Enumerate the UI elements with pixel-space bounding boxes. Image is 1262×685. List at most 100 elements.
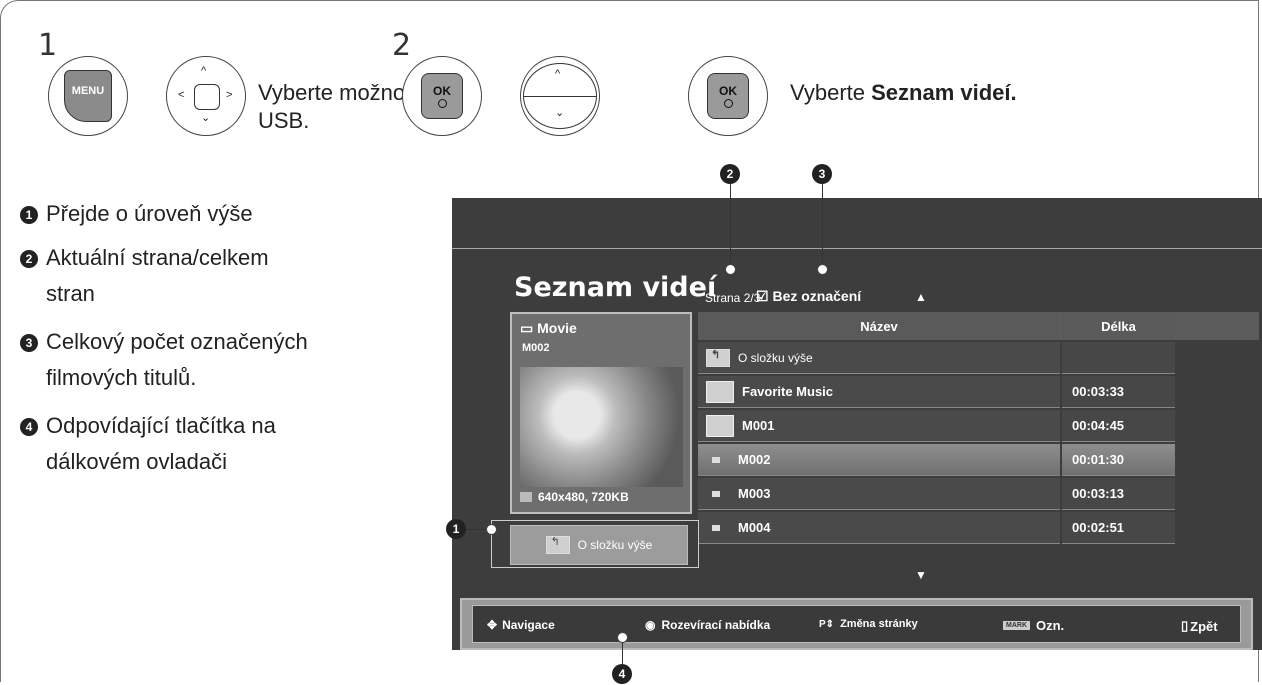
scroll-down-icon[interactable]: ▼: [915, 568, 927, 582]
video-list-screen: Seznam videí Strana 2/3 ☑ Bez označení ▲…: [452, 198, 1262, 650]
arrow-pad-icon[interactable]: ^ ⌄ < >: [174, 64, 238, 128]
ok-dot-icon: [723, 99, 733, 108]
row-name: Favorite Music: [698, 376, 1060, 408]
legend-number: 2: [20, 250, 38, 268]
ok-dot-icon: [437, 99, 447, 108]
callout-1-dot: [486, 524, 497, 535]
row-name: O složku výše: [698, 342, 1060, 374]
updown-button-circle[interactable]: ^ ⌄: [520, 56, 600, 136]
page-indicator: Strana 2/3: [705, 291, 761, 305]
row-name: M004: [698, 512, 1060, 544]
callout-2-line: [730, 184, 731, 270]
table-row[interactable]: Favorite Music 00:03:33: [698, 376, 1259, 408]
callout-4: 4: [612, 664, 632, 684]
pad-divider: [524, 96, 596, 97]
hint-navigate-text: Navigace: [502, 618, 555, 632]
table-header: Název Délka: [698, 312, 1259, 340]
callout-1-box: [491, 520, 699, 568]
legend-item-2: 2 Aktuální strana/celkem: [20, 240, 269, 276]
table-row[interactable]: O složku výše: [698, 342, 1259, 374]
hint-mark: MARK Ozn.: [1003, 618, 1064, 633]
up-down-pad-icon[interactable]: ^ ⌄: [523, 63, 597, 129]
ok-label: OK: [433, 84, 451, 98]
preview-folder: ▭ Movie: [520, 320, 577, 337]
callout-3: 3: [812, 164, 832, 184]
preview-info: 640x480, 720KB: [520, 490, 629, 504]
ok-button-circle-2[interactable]: OK: [688, 56, 768, 136]
legend-item-3-cont: filmových titulů.: [46, 365, 197, 390]
table-row[interactable]: M003 00:03:13: [698, 478, 1259, 510]
file-icon: [520, 492, 532, 502]
menu-key[interactable]: MENU: [64, 70, 112, 122]
legend-text: Přejde o úroveň výše: [46, 201, 253, 226]
callout-2: 2: [720, 164, 740, 184]
center-key[interactable]: [194, 84, 220, 110]
table-row[interactable]: M004 00:02:51: [698, 512, 1259, 544]
preview-panel: ▭ Movie M002 640x480, 720KB: [510, 312, 692, 514]
legend-text: Celkový počet označených: [46, 329, 308, 354]
row-length: [1062, 342, 1175, 374]
video-table: Název Délka O složku výše Favorite Music…: [698, 312, 1259, 544]
step-1-text-line2: USB.: [258, 108, 310, 133]
step-1-number: 1: [38, 28, 58, 63]
arrow-down-icon: ⌄: [201, 112, 211, 124]
row-length: 00:03:13: [1062, 478, 1175, 510]
legend-number: 1: [20, 206, 38, 224]
legend-item-1: 1 Přejde o úroveň výše: [20, 196, 253, 232]
column-name-header: Název: [698, 312, 1060, 340]
checkbox-icon: ☑: [756, 288, 773, 304]
callout-2-dot: [725, 264, 736, 275]
file-icon: [712, 456, 720, 463]
preview-folder-name: Movie: [537, 320, 577, 336]
hint-navigate: ✥ Navigace: [487, 618, 555, 632]
row-name-text: M003: [738, 486, 771, 501]
ok-key[interactable]: OK: [707, 73, 749, 119]
row-name-text: O složku výše: [738, 350, 813, 365]
row-length: 00:01:30: [1062, 444, 1175, 476]
arrow-left-icon: <: [178, 89, 185, 101]
hint-back-text: Zpět: [1190, 618, 1218, 634]
button-bar-inner: ✥ Navigace ◉ Rozevírací nabídka P⇕ Změna st…: [472, 605, 1241, 643]
screen-title: Seznam videí: [514, 272, 717, 303]
legend-text: Odpovídající tlačítka na: [46, 413, 276, 438]
hint-mark-text: Ozn.: [1036, 618, 1065, 633]
hint-page: P⇕ Změna stránky: [819, 618, 918, 630]
table-row[interactable]: M001 00:04:45: [698, 410, 1259, 442]
step-1-text-line1: Vyberte možnost: [258, 80, 423, 105]
legend-item-4-cont: dálkovém ovladači: [46, 449, 227, 474]
callout-1: 1: [446, 519, 466, 539]
hint-popup: ◉ Rozevírací nabídka: [645, 618, 770, 632]
ok-button-circle-1[interactable]: OK: [402, 56, 482, 136]
arrow-up-icon: ^: [201, 65, 207, 77]
preview-info-text: 640x480, 720KB: [538, 490, 629, 504]
ok-key[interactable]: OK: [421, 73, 463, 119]
ok-label: OK: [719, 84, 737, 98]
legend-text: Aktuální strana/celkem: [46, 245, 269, 270]
legend-number: 4: [20, 418, 38, 436]
back-key-icon: ▯: [1181, 618, 1189, 633]
navigate-icon: ✥: [487, 618, 498, 632]
column-length-header: Délka: [1062, 312, 1175, 340]
step-2-text: Vyberte Seznam videí.: [790, 80, 1017, 106]
hint-page-text: Změna stránky: [840, 618, 918, 630]
row-length: 00:02:51: [1062, 512, 1175, 544]
row-name-text: M001: [742, 418, 775, 433]
hint-popup-text: Rozevírací nabídka: [661, 618, 771, 632]
folder-icon: [706, 380, 734, 403]
row-length: 00:04:45: [1062, 410, 1175, 442]
row-name: M002: [698, 444, 1060, 476]
mark-count-text: Bez označení: [772, 288, 862, 304]
step-2-number: 2: [392, 28, 412, 63]
arrow-down-icon: ⌄: [555, 107, 565, 119]
preview-thumbnail: [520, 367, 683, 487]
table-row-selected[interactable]: M002 00:01:30: [698, 444, 1259, 476]
nav-pad-circle[interactable]: ^ ⌄ < >: [166, 56, 246, 136]
mark-count: ☑ Bez označení: [756, 288, 861, 305]
row-name-text: M004: [738, 520, 771, 535]
file-icon: [712, 524, 720, 531]
legend-item-4: 4 Odpovídající tlačítka na: [20, 408, 276, 444]
button-bar: ✥ Navigace ◉ Rozevírací nabídka P⇕ Změna st…: [460, 598, 1253, 650]
callout-3-dot: [817, 264, 828, 275]
scroll-up-icon[interactable]: ▲: [915, 290, 927, 304]
menu-button-circle[interactable]: MENU: [48, 56, 128, 136]
